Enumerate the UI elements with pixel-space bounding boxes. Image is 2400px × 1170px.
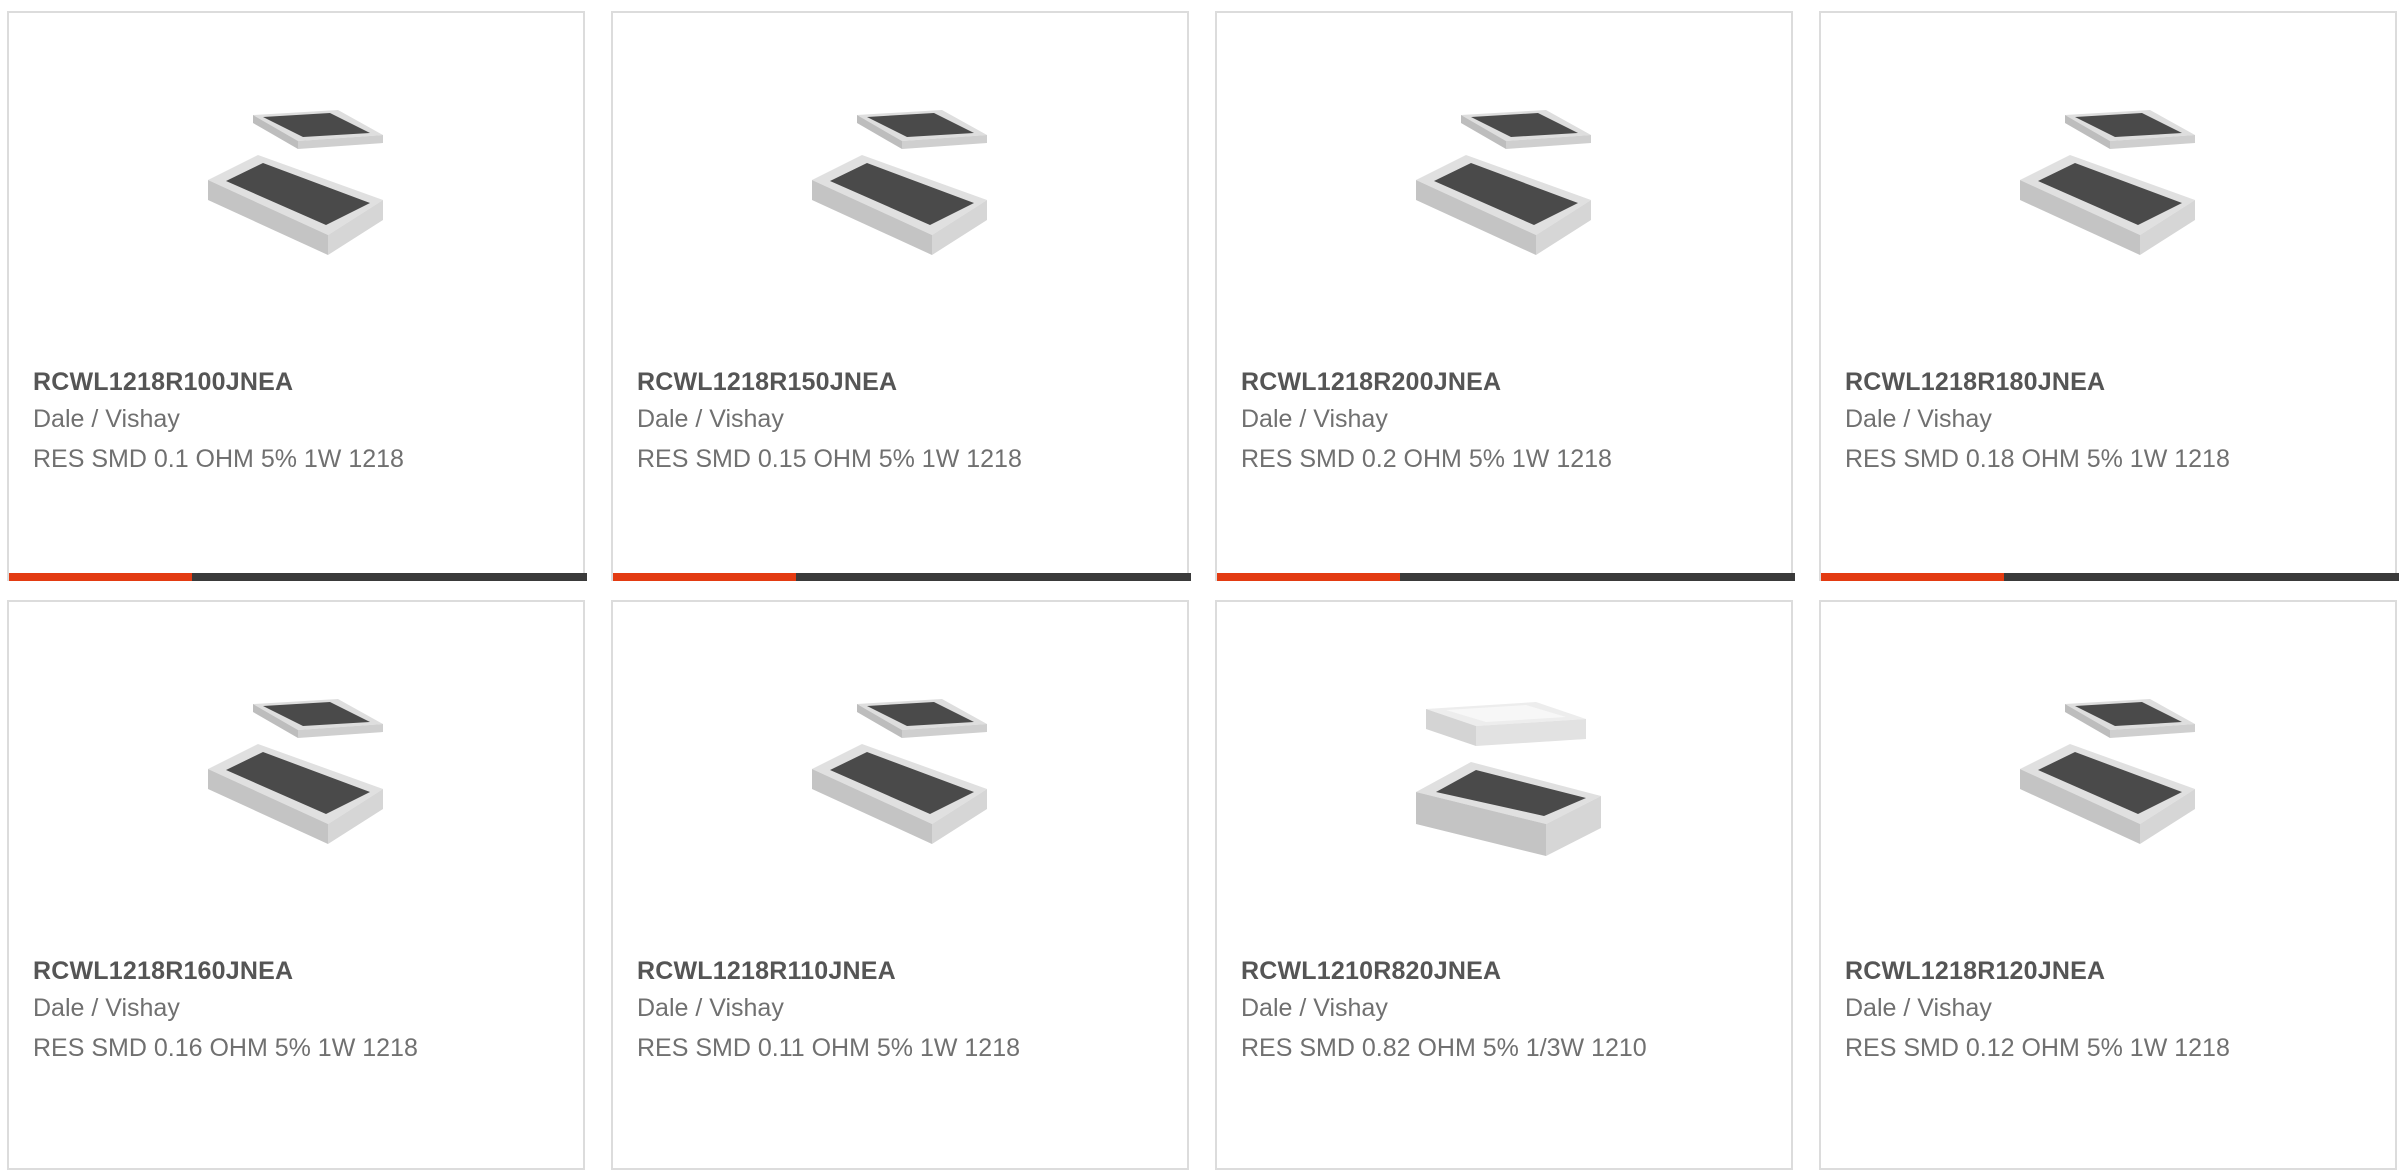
part-number-link[interactable]: RCWL1210R820JNEA (1241, 957, 1501, 986)
manufacturer-label: Dale / Vishay (1241, 405, 1388, 433)
resistor-chip-image (2010, 674, 2210, 874)
product-card[interactable]: RCWL1218R110JNEA Dale / Vishay RES SMD 0… (611, 600, 1189, 1170)
card-footer-bar (1217, 573, 1795, 581)
manufacturer-label: Dale / Vishay (637, 994, 784, 1022)
resistor-chip-image (2010, 85, 2210, 285)
resistor-chip-image (1406, 85, 1606, 285)
product-card[interactable]: RCWL1218R150JNEA Dale / Vishay RES SMD 0… (611, 11, 1191, 581)
product-card[interactable]: RCWL1218R160JNEA Dale / Vishay RES SMD 0… (7, 600, 585, 1170)
manufacturer-label: Dale / Vishay (33, 405, 180, 433)
product-card[interactable]: RCWL1210R820JNEA Dale / Vishay RES SMD 0… (1215, 600, 1793, 1170)
card-accent-bar (1821, 573, 2004, 581)
part-number-link[interactable]: RCWL1218R110JNEA (637, 957, 896, 986)
product-card[interactable]: RCWL1218R120JNEA Dale / Vishay RES SMD 0… (1819, 600, 2397, 1170)
part-number-link[interactable]: RCWL1218R200JNEA (1241, 368, 1501, 397)
product-description: RES SMD 0.15 OHM 5% 1W 1218 (637, 445, 1022, 473)
manufacturer-label: Dale / Vishay (1241, 994, 1388, 1022)
product-card[interactable]: RCWL1218R200JNEA Dale / Vishay RES SMD 0… (1215, 11, 1795, 581)
resistor-chip-image (802, 85, 1002, 285)
manufacturer-label: Dale / Vishay (1845, 994, 1992, 1022)
product-description: RES SMD 0.12 OHM 5% 1W 1218 (1845, 1034, 2230, 1062)
card-footer-bar (613, 573, 1191, 581)
product-card[interactable]: RCWL1218R100JNEA Dale / Vishay RES SMD 0… (7, 11, 587, 581)
manufacturer-label: Dale / Vishay (637, 405, 784, 433)
card-footer-bar (1821, 573, 2399, 581)
card-accent-bar (1217, 573, 1400, 581)
product-card[interactable]: RCWL1218R180JNEA Dale / Vishay RES SMD 0… (1819, 11, 2399, 581)
manufacturer-label: Dale / Vishay (33, 994, 180, 1022)
product-description: RES SMD 0.18 OHM 5% 1W 1218 (1845, 445, 2230, 473)
product-description: RES SMD 0.2 OHM 5% 1W 1218 (1241, 445, 1612, 473)
product-description: RES SMD 0.11 OHM 5% 1W 1218 (637, 1034, 1021, 1062)
card-footer-bar (9, 573, 587, 581)
part-number-link[interactable]: RCWL1218R150JNEA (637, 368, 897, 397)
part-number-link[interactable]: RCWL1218R160JNEA (33, 957, 293, 986)
product-description: RES SMD 0.82 OHM 5% 1/3W 1210 (1241, 1034, 1647, 1062)
part-number-link[interactable]: RCWL1218R180JNEA (1845, 368, 2105, 397)
part-number-link[interactable]: RCWL1218R100JNEA (33, 368, 293, 397)
resistor-chip-image (802, 674, 1002, 874)
product-description: RES SMD 0.1 OHM 5% 1W 1218 (33, 445, 404, 473)
resistor-chip-image (1406, 674, 1606, 874)
part-number-link[interactable]: RCWL1218R120JNEA (1845, 957, 2105, 986)
resistor-chip-image (198, 85, 398, 285)
card-accent-bar (613, 573, 796, 581)
card-accent-bar (9, 573, 192, 581)
product-grid: RCWL1218R100JNEA Dale / Vishay RES SMD 0… (0, 0, 2400, 1170)
manufacturer-label: Dale / Vishay (1845, 405, 1992, 433)
product-description: RES SMD 0.16 OHM 5% 1W 1218 (33, 1034, 418, 1062)
resistor-chip-image (198, 674, 398, 874)
